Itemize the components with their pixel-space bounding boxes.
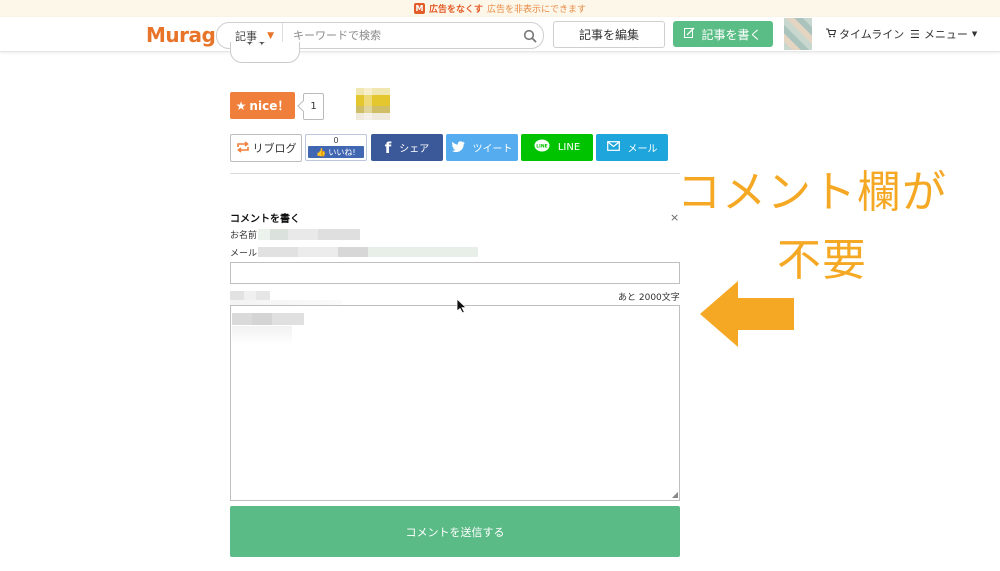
facebook-share-button[interactable]: f シェア (371, 134, 443, 161)
facebook-icon: f (384, 138, 392, 157)
thumbs-up-icon: 👍 (316, 147, 327, 157)
pencil-note-icon (684, 27, 695, 41)
hamburger-icon: ☰ (910, 27, 920, 41)
star-icon: ★ (235, 98, 247, 113)
cut-off-glyph-icon: ✦✦ (245, 42, 270, 49)
site-header: Muragon 記事 ▼ 記事を編集 記事を書く タイムライン ☰ メニュー ▼ (0, 17, 1000, 52)
timeline-link[interactable]: タイムライン (825, 26, 904, 42)
facebook-like-label: いいね! (328, 147, 356, 157)
facebook-like-inner: 👍 いいね! (308, 146, 364, 158)
remaining-characters: あと 2000文字 (618, 293, 680, 303)
blurred-name-value (258, 229, 360, 240)
nice-button[interactable]: ★ nice！ (230, 92, 295, 119)
comment-form-title: コメントを書く (230, 214, 300, 225)
reblog-button[interactable]: リブログ (230, 134, 302, 162)
menu-dropdown[interactable]: ☰ メニュー ▼ (910, 26, 977, 42)
mail-label: メール (230, 249, 258, 259)
search-icon[interactable] (517, 29, 543, 43)
submit-comment-button[interactable]: コメントを送信する (230, 506, 680, 557)
mail-input[interactable] (230, 262, 680, 284)
write-article-button[interactable]: 記事を書く (673, 21, 773, 47)
twitter-bird-icon (451, 140, 465, 155)
divider (230, 173, 680, 174)
remove-ads-link[interactable]: 広告をなくす (429, 2, 483, 15)
mail-share-button[interactable]: メール (596, 134, 668, 161)
dropdown-triangle-icon: ▼ (267, 30, 274, 41)
nice-user-avatar[interactable] (356, 88, 390, 120)
mouse-cursor-icon (456, 298, 467, 314)
annotation-text-line2: 不要 (777, 235, 867, 286)
nice-count: 1 (303, 93, 324, 120)
envelope-icon (606, 141, 620, 154)
mail-share-label: メール (627, 144, 658, 155)
line-share-label: LINE (557, 142, 581, 153)
user-avatar[interactable] (784, 18, 812, 50)
blurred-mail-note (258, 247, 478, 257)
ad-banner[interactable]: M 広告をなくす 広告を非表示にできます (0, 0, 1000, 17)
facebook-like-button[interactable]: 0 👍 いいね! (305, 134, 367, 161)
cart-icon (825, 27, 837, 41)
comment-textarea[interactable]: ◢ (230, 305, 680, 501)
blurred-textarea-residue (232, 326, 292, 346)
name-label: お名前 (230, 231, 258, 241)
facebook-share-label: シェア (399, 144, 430, 155)
line-share-button[interactable]: LINE LINE (521, 134, 593, 161)
twitter-share-button[interactable]: ツイート (446, 134, 518, 161)
remove-ads-subtext: 広告を非表示にできます (487, 5, 587, 15)
facebook-like-count: 0 (333, 136, 339, 145)
line-icon: LINE (534, 139, 550, 156)
write-article-label: 記事を書く (701, 27, 762, 42)
reblog-label: リブログ (252, 142, 297, 155)
twitter-share-label: ツイート (472, 144, 513, 155)
resize-grip-icon[interactable]: ◢ (672, 491, 678, 499)
annotation-left-arrow-icon (700, 281, 794, 347)
nice-label: nice！ (249, 99, 290, 113)
annotation-text-line1: コメント欄が (677, 167, 947, 218)
edit-article-button[interactable]: 記事を編集 (553, 21, 665, 48)
timeline-label: タイムライン (839, 28, 905, 41)
chevron-down-icon: ▼ (971, 30, 978, 38)
cut-off-tag-button[interactable]: ✦✦ (230, 42, 300, 63)
reblog-icon (236, 140, 250, 156)
search-input[interactable] (283, 28, 517, 43)
muragon-m-icon: M (413, 3, 425, 14)
menu-label: メニュー (923, 28, 968, 41)
blurred-textarea-content (232, 313, 304, 325)
svg-text:LINE: LINE (536, 143, 547, 149)
